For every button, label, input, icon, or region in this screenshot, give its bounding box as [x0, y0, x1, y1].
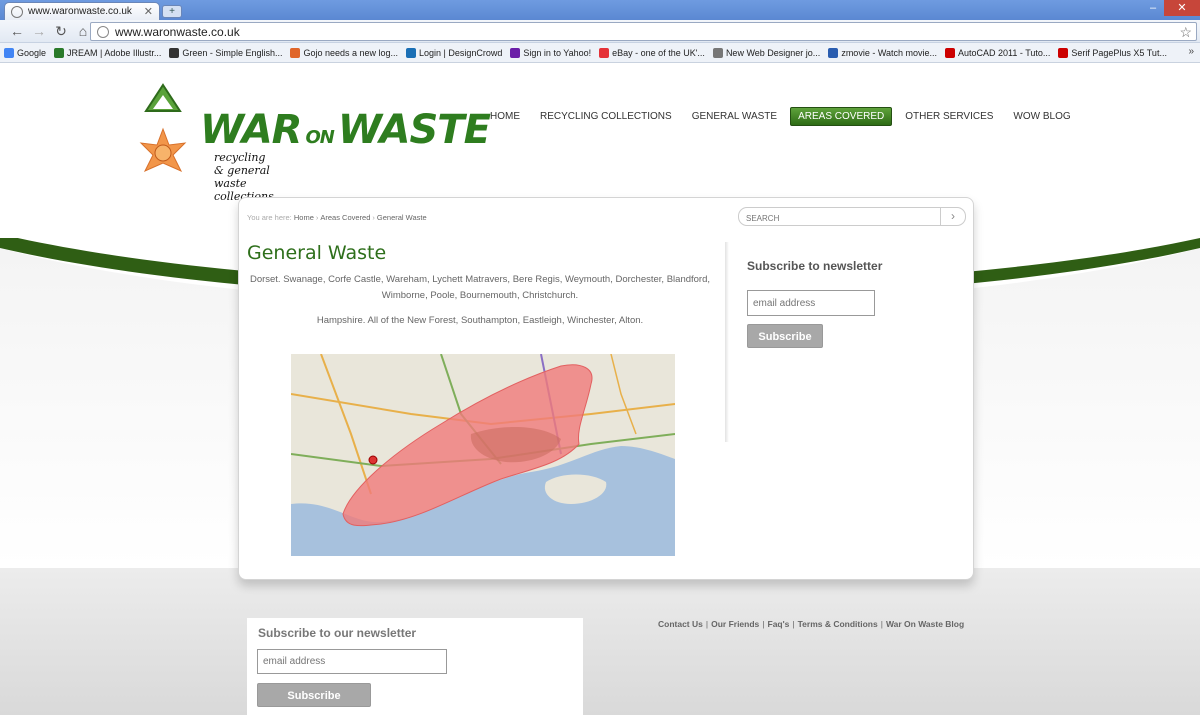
- bookmark-label: Login | DesignCrowd: [419, 47, 503, 58]
- bookmark-favicon-icon: [945, 47, 955, 58]
- minimize-icon[interactable]: –: [1142, 0, 1164, 16]
- bookmark-label: Serif PagePlus X5 Tut...: [1071, 47, 1167, 58]
- bookmark-favicon-icon: [406, 47, 417, 58]
- nav-item-general-waste[interactable]: GENERAL WASTE: [685, 108, 784, 125]
- reload-icon[interactable]: ↻: [50, 23, 72, 40]
- bookmark-label: Gojo needs a new log...: [303, 47, 399, 58]
- search-box: ›: [738, 207, 966, 227]
- browser-toolbar: ← → ↻ ⌂ www.waronwaste.co.uk ☆: [0, 20, 1200, 43]
- page-info-icon: [97, 25, 109, 38]
- bookmark-favicon-icon: [712, 47, 723, 58]
- bookmark-item[interactable]: zmovie - Watch movie...: [828, 47, 937, 58]
- breadcrumb-link[interactable]: Areas Covered: [320, 213, 370, 222]
- bookmark-item[interactable]: Login | DesignCrowd: [406, 47, 503, 58]
- bookmark-item[interactable]: Green - Simple English...: [169, 47, 283, 58]
- sidebar-newsletter: Subscribe to newsletter Subscribe: [747, 259, 882, 348]
- bookmark-favicon-icon: [290, 47, 301, 58]
- back-arrow-icon[interactable]: ←: [6, 23, 28, 39]
- nav-item-areas-covered[interactable]: AREAS COVERED: [790, 107, 893, 126]
- footer-email-input[interactable]: [257, 649, 447, 674]
- tab-title: www.waronwaste.co.uk: [28, 6, 132, 17]
- bookmark-favicon-icon: [510, 47, 521, 58]
- main-content: General Waste Dorset. Swanage, Corfe Cas…: [247, 242, 725, 556]
- bookmark-item[interactable]: Gojo needs a new log...: [290, 47, 399, 58]
- footer-link[interactable]: War On Waste Blog: [886, 619, 964, 629]
- recycle-sun-icon: [139, 83, 187, 173]
- bookmark-item[interactable]: Sign in to Yahoo!: [510, 47, 592, 58]
- bookmark-label: AutoCAD 2011 - Tuto...: [958, 47, 1051, 58]
- breadcrumb-separator: ›: [315, 213, 319, 222]
- bookmark-label: Google: [17, 47, 47, 58]
- content-card: You are here: Home › Areas Covered › General…: [238, 197, 974, 580]
- breadcrumb-link[interactable]: General Waste: [377, 213, 427, 222]
- bookmark-favicon-icon: [828, 47, 839, 58]
- bookmark-label: JREAM | Adobe Illustr...: [67, 47, 162, 58]
- window-close-icon[interactable]: ✕: [1164, 0, 1200, 16]
- nav-item-home[interactable]: HOME: [483, 108, 527, 125]
- browser-title-bar: www.waronwaste.co.uk ✕ + – ▭ ✕: [0, 0, 1200, 20]
- site-logo[interactable]: WARONWASTE recycling & general waste col…: [128, 81, 491, 203]
- bookmark-label: Sign in to Yahoo!: [523, 47, 592, 58]
- bookmark-label: zmovie - Watch movie...: [841, 47, 937, 58]
- globe-icon: [11, 5, 23, 18]
- bookmark-favicon-icon: [4, 47, 14, 58]
- bookmark-label: Green - Simple English...: [182, 47, 283, 58]
- main-navigation: HOME RECYCLING COLLECTIONS GENERAL WASTE AR…: [480, 107, 1081, 126]
- newsletter-email-input[interactable]: [747, 290, 875, 316]
- bookmark-favicon-icon: [599, 47, 610, 58]
- bookmarks-more[interactable]: »: [1188, 46, 1194, 57]
- bookmark-label: eBay - one of the UK'...: [612, 47, 705, 58]
- footer-newsletter: Subscribe to our newsletter Subscribe: [247, 618, 583, 715]
- areas-covered-map[interactable]: [291, 354, 675, 556]
- breadcrumb-prefix: You are here:: [247, 213, 292, 222]
- url-text: www.waronwaste.co.uk: [115, 24, 240, 39]
- breadcrumb-separator: ›: [372, 213, 375, 222]
- bookmark-favicon-icon: [1058, 47, 1069, 58]
- bookmark-favicon-icon: [54, 47, 65, 58]
- breadcrumb-link[interactable]: Home: [294, 213, 314, 222]
- new-tab-button[interactable]: +: [162, 5, 182, 18]
- column-divider: [725, 242, 729, 442]
- footer-newsletter-title: Subscribe to our newsletter: [258, 626, 417, 640]
- lower-background-band: [0, 568, 1200, 715]
- browser-tab[interactable]: www.waronwaste.co.uk ✕: [4, 2, 160, 20]
- bookmarks-bar: Google JREAM | Adobe Illustr... Green - Si…: [0, 43, 1200, 63]
- footer-link-separator: |: [762, 619, 765, 629]
- footer-link[interactable]: Our Friends: [711, 619, 759, 629]
- search-arrow-icon[interactable]: ›: [940, 208, 965, 225]
- logo-wordmark: WAR ON WASTE: [200, 107, 491, 153]
- footer-link[interactable]: Terms & Conditions: [798, 619, 878, 629]
- footer-link-separator: |: [880, 619, 883, 629]
- footer-subscribe-button[interactable]: Subscribe: [257, 683, 371, 707]
- dorset-areas-text: Dorset. Swanage, Corfe Castle, Wareham, …: [249, 274, 711, 301]
- footer-link[interactable]: Faq's: [768, 619, 790, 629]
- footer-links: Contact Us | Our Friends | Faq's | Terms & Con…: [658, 619, 964, 629]
- bookmark-favicon-icon: [169, 47, 180, 58]
- breadcrumb: You are here: Home › Areas Covered › General…: [247, 213, 427, 222]
- bookmark-item[interactable]: Google: [4, 47, 47, 58]
- bookmark-item[interactable]: New Web Designer jo...: [712, 47, 821, 58]
- nav-item-recycling-collections[interactable]: RECYCLING COLLECTIONS: [533, 108, 679, 125]
- newsletter-subscribe-button[interactable]: Subscribe: [747, 324, 823, 348]
- nav-item-wow-blog[interactable]: WOW BLOG: [1006, 108, 1077, 125]
- nav-item-other-services[interactable]: OTHER SERVICES: [898, 108, 1000, 125]
- bookmark-item[interactable]: AutoCAD 2011 - Tuto...: [945, 47, 1051, 58]
- bookmark-label: New Web Designer jo...: [725, 47, 821, 58]
- forward-arrow-icon[interactable]: →: [28, 23, 50, 39]
- bookmark-item[interactable]: Serif PagePlus X5 Tut...: [1058, 47, 1167, 58]
- logo-tagline: recycling & general waste collections: [214, 151, 274, 203]
- search-input[interactable]: [739, 210, 935, 227]
- bookmark-star-icon[interactable]: ☆: [1179, 24, 1192, 41]
- hampshire-areas-text: Hampshire. All of the New Forest, Southa…: [316, 315, 644, 326]
- page-title: General Waste: [247, 242, 387, 264]
- web-page: WARONWASTE recycling & general waste col…: [0, 63, 1200, 715]
- bookmark-item[interactable]: eBay - one of the UK'...: [599, 47, 705, 58]
- footer-link-separator: |: [705, 619, 709, 629]
- footer-link-separator: |: [792, 619, 795, 629]
- bookmark-item[interactable]: JREAM | Adobe Illustr...: [54, 47, 162, 58]
- footer-link[interactable]: Contact Us: [658, 619, 703, 629]
- address-bar[interactable]: www.waronwaste.co.uk ☆: [90, 22, 1197, 41]
- close-icon[interactable]: ✕: [144, 5, 153, 18]
- newsletter-title: Subscribe to newsletter: [747, 259, 883, 273]
